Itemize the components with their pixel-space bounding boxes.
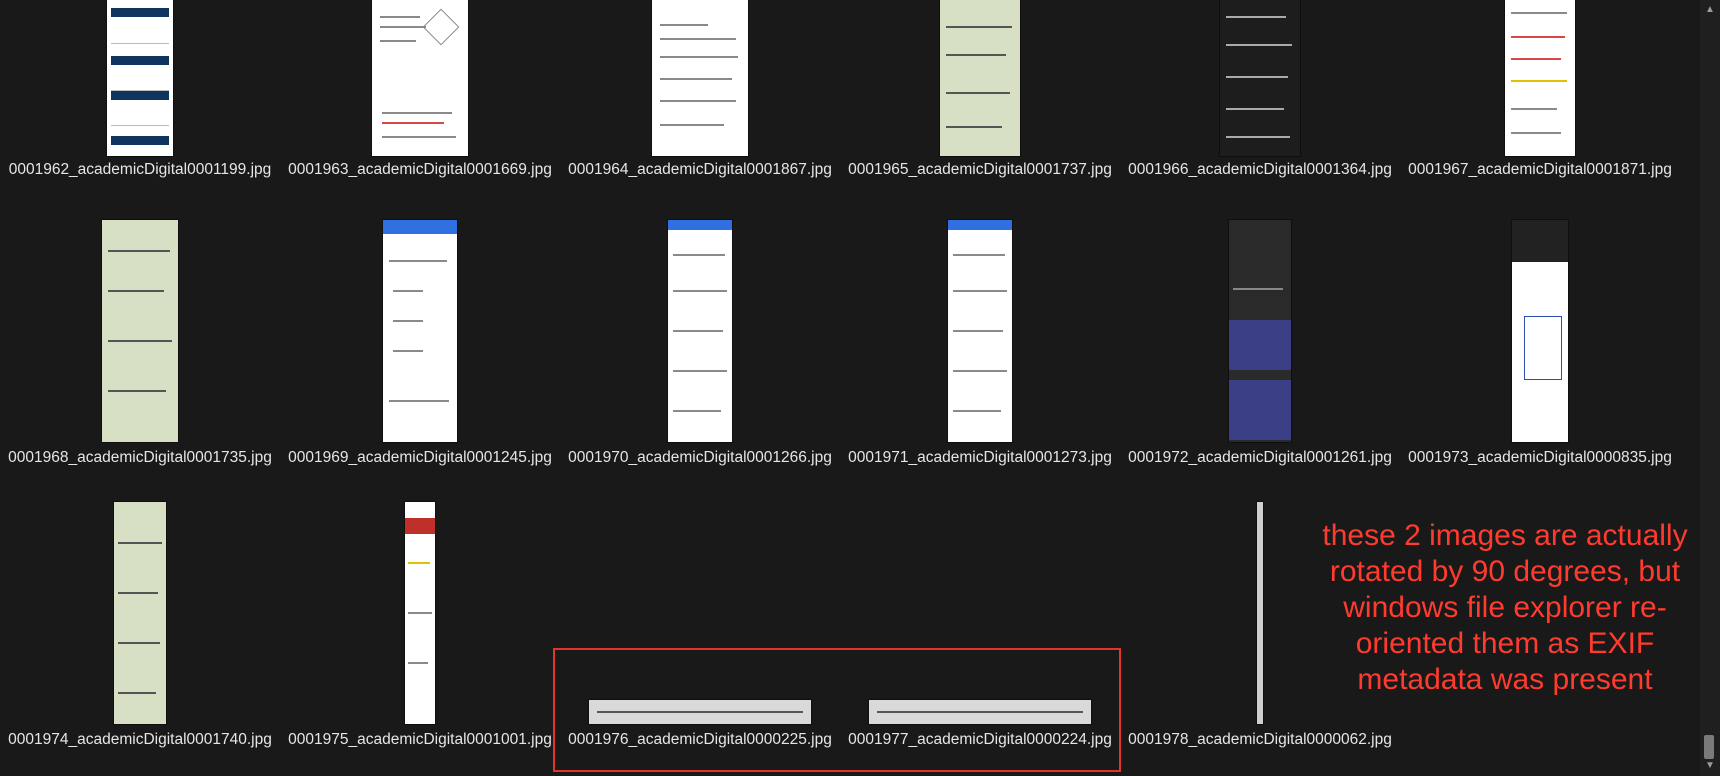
file-thumbnail[interactable] bbox=[114, 502, 166, 724]
file-name[interactable]: 0001971_academicDigital0001273.jpg bbox=[845, 448, 1115, 468]
file-thumbnail[interactable] bbox=[102, 220, 178, 442]
file-thumbnail[interactable] bbox=[372, 0, 468, 156]
file-thumbnail[interactable] bbox=[405, 502, 435, 724]
file-thumbnail[interactable] bbox=[1229, 220, 1291, 442]
annotation-text: these 2 images are actually rotated by 9… bbox=[1322, 519, 1688, 696]
file-thumbnail[interactable] bbox=[1512, 220, 1568, 442]
file-tile[interactable]: 0001973_academicDigital0000835.jpg bbox=[1405, 218, 1675, 488]
file-thumbnail[interactable] bbox=[1257, 502, 1263, 724]
file-tile[interactable]: 0001968_academicDigital0001735.jpg bbox=[5, 218, 275, 488]
file-thumbnail[interactable] bbox=[668, 220, 732, 442]
file-thumbnail[interactable] bbox=[383, 220, 457, 442]
file-thumbnail[interactable] bbox=[1220, 0, 1300, 156]
file-name[interactable]: 0001969_academicDigital0001245.jpg bbox=[285, 448, 555, 468]
file-name[interactable]: 0001970_academicDigital0001266.jpg bbox=[565, 448, 835, 468]
vertical-scrollbar[interactable]: ▲ ▼ bbox=[1700, 0, 1720, 776]
annotation-highlight-box bbox=[553, 648, 1121, 772]
file-name[interactable]: 0001972_academicDigital0001261.jpg bbox=[1125, 448, 1395, 468]
file-name[interactable]: 0001974_academicDigital0001740.jpg bbox=[5, 730, 275, 750]
file-tile[interactable]: 0001971_academicDigital0001273.jpg bbox=[845, 218, 1115, 488]
file-name[interactable]: 0001975_academicDigital0001001.jpg bbox=[285, 730, 555, 750]
file-name[interactable]: 0001973_academicDigital0000835.jpg bbox=[1405, 448, 1675, 468]
scroll-down-icon[interactable]: ▼ bbox=[1704, 760, 1716, 772]
file-thumbnail[interactable] bbox=[107, 0, 173, 156]
file-tile[interactable]: 0001975_academicDigital0001001.jpg bbox=[285, 500, 555, 770]
file-tile[interactable]: 0001969_academicDigital0001245.jpg bbox=[285, 218, 555, 488]
file-tile[interactable]: 0001970_academicDigital0001266.jpg bbox=[565, 218, 835, 488]
file-thumbnail[interactable] bbox=[948, 220, 1012, 442]
scroll-up-icon[interactable]: ▲ bbox=[1704, 4, 1716, 16]
file-thumbnail[interactable] bbox=[1505, 0, 1575, 156]
file-name[interactable]: 0001978_academicDigital0000062.jpg bbox=[1125, 730, 1395, 750]
file-name[interactable]: 0001962_academicDigital0001199.jpg bbox=[5, 160, 275, 180]
scrollbar-thumb[interactable] bbox=[1704, 735, 1714, 759]
file-tile[interactable]: 0001972_academicDigital0001261.jpg bbox=[1125, 218, 1395, 488]
file-name[interactable]: 0001964_academicDigital0001867.jpg bbox=[565, 160, 835, 180]
file-name[interactable]: 0001963_academicDigital0001669.jpg bbox=[285, 160, 555, 180]
file-name[interactable]: 0001968_academicDigital0001735.jpg bbox=[5, 448, 275, 468]
file-tile[interactable]: 0001974_academicDigital0001740.jpg bbox=[5, 500, 275, 770]
file-thumbnail[interactable] bbox=[940, 0, 1020, 156]
file-name[interactable]: 0001967_academicDigital0001871.jpg bbox=[1405, 160, 1675, 180]
file-thumbnail[interactable] bbox=[652, 0, 748, 156]
file-name[interactable]: 0001966_academicDigital0001364.jpg bbox=[1125, 160, 1395, 180]
file-name[interactable]: 0001965_academicDigital0001737.jpg bbox=[845, 160, 1115, 180]
